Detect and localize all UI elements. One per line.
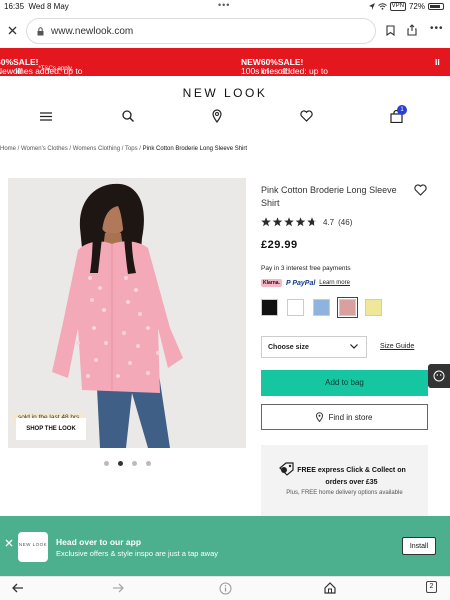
rating-star-icon [261,217,271,227]
breadcrumb-link[interactable]: Women's Clothes [21,146,68,152]
delivery-subline: Plus, FREE home delivery options availab… [286,490,403,496]
colour-swatch[interactable] [261,299,278,316]
info-icon[interactable] [219,582,232,595]
wifi-icon [377,3,387,10]
gallery-dot[interactable] [104,461,109,466]
close-icon[interactable] [8,26,17,35]
klarna-logo: Klarna. [261,279,282,287]
app-banner-subtext: Exclusive offers & style inspo are just … [56,549,219,558]
add-to-wishlist-icon[interactable] [414,184,427,196]
breadcrumb-link[interactable]: Tops [125,146,138,152]
lock-icon [37,26,44,35]
rating-star-icon [295,217,306,227]
back-icon[interactable] [12,583,24,593]
size-guide-link[interactable]: Size Guide [380,343,414,350]
location-pin-icon [316,412,324,422]
chevron-down-icon [350,344,358,349]
rating-star-icon [272,217,283,227]
app-install-banner: NEW LOOK Head over to our app Exclusive … [0,516,450,576]
product-image[interactable] [8,178,246,448]
gallery-dot[interactable] [146,461,151,466]
colour-swatches [261,297,382,318]
bookmark-icon[interactable] [386,25,395,36]
size-select[interactable]: Choose size [261,336,367,358]
home-icon[interactable] [324,582,336,594]
status-time-date: 16:35 Wed 8 May [4,2,69,11]
promo-message-right: 100s of NEW lines added: up to 60% off S… [241,57,328,76]
rating-star-icon [307,217,317,227]
wishlist-icon[interactable] [300,110,313,122]
promo-message-left: New lines added: up to 60% off SALE! *T&… [0,57,83,76]
bag-button[interactable]: 1 [390,105,407,124]
rating-stars [261,217,317,227]
browser-toolbar [0,576,450,600]
size-select-value: Choose size [268,343,309,351]
battery-percent: 72% [408,2,425,11]
app-banner-heading: Head over to our app [56,537,142,547]
share-icon[interactable] [407,24,417,36]
accessibility-widget[interactable] [428,364,450,388]
breadcrumb: Home / Women's Clothes / Womens Clothing… [0,146,248,152]
url-field[interactable]: www.newlook.com [26,18,376,44]
delivery-info-panel: FREE express Click & Collect on orders o… [261,445,428,525]
browser-address-bar: www.newlook.com ••• [0,14,450,48]
bag-count-badge: 1 [397,105,407,115]
learn-more-link[interactable]: Learn more [319,280,350,286]
rating-star-icon [284,217,294,227]
tabs-button[interactable]: 2 [426,581,437,593]
install-app-button[interactable]: Install [402,537,436,555]
find-in-store-button[interactable]: Find in store [261,404,428,430]
multitask-dots[interactable]: ••• [218,0,230,10]
smiley-icon [433,370,445,382]
location-icon [368,3,375,10]
promo-pause-button[interactable]: II [435,57,440,67]
forward-icon[interactable] [112,583,124,593]
promo-banner[interactable]: New lines added: up to 60% off SALE! *T&… [0,48,450,76]
model-photo [8,178,246,448]
add-to-bag-button[interactable]: Add to bag [261,370,428,396]
vpn-badge: VPN [389,2,406,11]
app-logo: NEW LOOK [18,532,48,562]
review-count: (46) [338,217,353,227]
colour-swatch[interactable] [313,299,330,316]
colour-swatch[interactable] [337,297,358,318]
shop-the-look-button[interactable]: SHOP THE LOOK [16,418,86,440]
gallery-dot-active[interactable] [118,461,123,466]
close-banner-icon[interactable] [5,539,13,547]
menu-icon[interactable] [40,112,52,121]
gallery-pagination [104,461,151,466]
url-text: www.newlook.com [51,25,134,37]
search-icon[interactable] [122,110,134,122]
find-in-store-label: Find in store [328,412,373,422]
status-bar: 16:35 Wed 8 May ••• VPN 72% [0,0,450,14]
payment-options: Klarna. P PayPal Learn more [261,279,350,287]
store-locator-icon[interactable] [212,109,222,123]
more-options-icon[interactable]: ••• [430,23,444,34]
product-rating[interactable]: 4.7 (46) [261,217,352,227]
colour-swatch[interactable] [365,299,382,316]
battery-icon [428,3,444,10]
pay-in-3-text: Pay in 3 interest free payments [261,265,351,272]
breadcrumb-link[interactable]: Home [0,146,16,152]
rating-value: 4.7 [323,217,335,227]
breadcrumb-current: Pink Cotton Broderie Long Sleeve Shirt [142,146,248,152]
product-title: Pink Cotton Broderie Long Sleeve Shirt [261,185,397,208]
product-price: £29.99 [261,239,298,251]
status-indicators: VPN 72% [368,2,444,11]
site-logo[interactable]: NEW LOOK [0,86,450,100]
gallery-dot[interactable] [132,461,137,466]
paypal-logo: P PayPal [285,279,316,287]
breadcrumb-link[interactable]: Womens Clothing [73,146,120,152]
colour-swatch[interactable] [287,299,304,316]
delivery-headline: FREE express Click & Collect on orders o… [297,467,406,486]
